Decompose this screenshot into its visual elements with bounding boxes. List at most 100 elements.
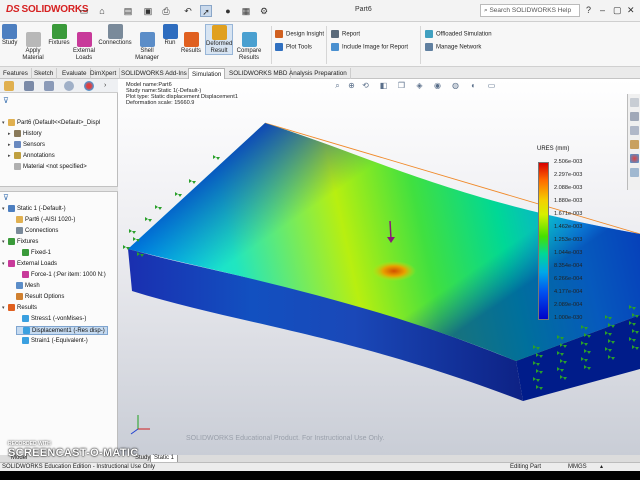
file-explorer-icon[interactable]	[630, 126, 639, 135]
graphics-viewport[interactable]: Model name:Part6 Study name:Static 1(-De…	[118, 79, 640, 455]
dimxpert-tab-icon[interactable]	[64, 81, 74, 91]
annotations-icon	[14, 152, 21, 159]
tree-item-annotations[interactable]: ▸ Annotations	[8, 152, 55, 161]
plot-tools-label: Plot Tools	[286, 44, 312, 51]
legend-value: 2.089e-004	[554, 302, 583, 308]
deformed-result-button[interactable]: Deformed Result	[205, 24, 233, 55]
tab-simulation[interactable]: Simulation	[188, 68, 226, 79]
sim-tree-item-mesh[interactable]: Mesh	[10, 282, 40, 291]
include-image-icon	[331, 43, 339, 51]
ribbon-toolbar: Study Apply Material Fixtures External Load…	[0, 22, 640, 67]
report-icon	[331, 30, 339, 38]
help-icon[interactable]: ?	[586, 5, 591, 15]
configuration-manager-tab-icon[interactable]	[44, 81, 54, 91]
offloaded-simulation-icon	[425, 30, 433, 38]
sim-tree-item-displacement1-res-disp[interactable]: Displacement1 (-Res disp-)	[16, 326, 108, 335]
educational-watermark: SOLIDWORKS Educational Product. For Inst…	[186, 435, 385, 442]
sim-tree-item-part6-aisi-1020[interactable]: Part6 (-AISI 1020-)	[10, 216, 75, 225]
minimize-icon[interactable]: –	[600, 5, 605, 15]
part-icon	[16, 216, 23, 223]
status-bar: SOLIDWORKS Education Edition - Instructi…	[0, 462, 640, 471]
apply-material-label: Apply Material	[22, 48, 44, 61]
rebuild-icon[interactable]: ●	[222, 5, 234, 17]
run-button[interactable]: Run	[163, 24, 178, 47]
file-properties-icon[interactable]: ▦	[240, 5, 252, 17]
display-manager-tab-icon[interactable]	[84, 81, 94, 91]
apply-material-button[interactable]: Apply Material	[21, 32, 45, 61]
shell-manager-button[interactable]: Shell Manager	[135, 32, 159, 61]
tab-sketch[interactable]: Sketch	[31, 68, 58, 79]
appearances-icon[interactable]	[630, 154, 639, 163]
legend-value: 2.297e-003	[554, 172, 583, 178]
sim-tree-item-external-loads[interactable]: ▾ External Loads	[2, 260, 57, 269]
manage-network-button[interactable]: Manage Network	[425, 43, 481, 51]
sim-tree-item-stress1-vonmises[interactable]: Stress1 (-vonMises-)	[16, 315, 86, 324]
close-icon[interactable]: ✕	[627, 5, 635, 16]
units-selector[interactable]: MMGS	[568, 463, 587, 471]
filter-icon[interactable]: ⊽	[3, 193, 9, 202]
solidworks-logo[interactable]: DS SOLIDWORKS	[6, 4, 89, 15]
tree-item-material-not-specified[interactable]: Material <not specified>	[8, 163, 87, 172]
offloaded-simulation-label: Offloaded Simulation	[436, 31, 492, 38]
results-button[interactable]: Results	[181, 32, 201, 55]
tab-dimxpert[interactable]: DimXpert	[87, 68, 121, 79]
panel-splitter[interactable]	[0, 186, 118, 192]
tab-solidworks-mbd[interactable]: SOLIDWORKS MBD	[226, 68, 292, 79]
include-image-for-report-button[interactable]: Include Image for Report	[331, 43, 408, 51]
tab-solidworks-add-ins[interactable]: SOLIDWORKS Add-Ins	[118, 68, 191, 79]
sim-tree-item-label: Results	[17, 305, 38, 312]
tree-item-sensors[interactable]: ▸ Sensors	[8, 141, 45, 150]
manage-network-label: Manage Network	[436, 44, 482, 51]
sim-tree-item-connections[interactable]: Connections	[10, 227, 58, 236]
undo-icon[interactable]: ↶	[182, 5, 194, 17]
sim-tree-item-result-options[interactable]: Result Options	[10, 293, 64, 302]
sim-tree-item-strain1-equivalent[interactable]: Strain1 (-Equivalent-)	[16, 337, 88, 346]
sim-tree-item-label: Force-1 (:Per item: 1000 N:)	[31, 272, 106, 279]
force-icon	[22, 271, 29, 278]
sim-tree-item-fixtures[interactable]: ▾ Fixtures	[2, 238, 38, 247]
model-tab-static-1[interactable]: Static 1	[150, 455, 179, 462]
expand-arrow-icon[interactable]: ›	[104, 81, 114, 91]
tree-item-part6-default-default-di[interactable]: ▾ Part6 (Default<<Default>_Displ	[2, 119, 100, 128]
feature-tree-tab-icon[interactable]	[4, 81, 14, 91]
design-library-icon[interactable]	[630, 112, 639, 121]
sim-tree-item-label: Mesh	[25, 283, 40, 290]
property-manager-tab-icon[interactable]	[24, 81, 34, 91]
status-expand-icon[interactable]: ▴	[600, 463, 603, 471]
sim-tree-item-label: External Loads	[17, 261, 58, 268]
home-icon[interactable]: ⌂	[96, 5, 108, 17]
study-button[interactable]: Study	[2, 24, 17, 47]
sim-tree-item-fixed-1[interactable]: Fixed-1	[16, 249, 51, 258]
sim-tree-item-force-1-per-item-1000-n[interactable]: Force-1 (:Per item: 1000 N:)	[16, 271, 106, 280]
tab-analysis-preparation[interactable]: Analysis Preparation	[286, 68, 351, 79]
print-icon[interactable]: ⎙	[160, 5, 172, 17]
restore-icon[interactable]: ▢	[613, 5, 622, 16]
plot-icon	[23, 327, 30, 334]
view-palette-icon[interactable]	[630, 140, 639, 149]
connections-button[interactable]: Connections	[98, 24, 132, 47]
open-folder-icon[interactable]: ▤	[122, 5, 134, 17]
report-button[interactable]: Report	[331, 30, 360, 38]
save-icon[interactable]: ▣	[142, 5, 154, 17]
sim-tree-item-results[interactable]: ▾ Results	[2, 304, 37, 313]
select-arrow-icon[interactable]: ➚	[200, 5, 212, 17]
design-insight-button[interactable]: Design Insight	[275, 30, 324, 38]
plot-tools-button[interactable]: Plot Tools	[275, 43, 312, 51]
compare-results-button[interactable]: Compare Results	[235, 32, 263, 61]
external-loads-button[interactable]: External Loads	[72, 32, 96, 61]
search-input[interactable]: ⌕ Search SOLIDWORKS Help	[480, 4, 580, 17]
offloaded-simulation-button[interactable]: Offloaded Simulation	[425, 30, 492, 38]
tab-evaluate[interactable]: Evaluate	[59, 68, 91, 79]
tab-features[interactable]: Features	[0, 68, 32, 79]
resources-icon[interactable]	[630, 98, 639, 107]
filter-icon[interactable]: ⊽	[3, 96, 9, 105]
fixture-arrow-icon	[189, 179, 196, 184]
sim-tree-item-label: Fixed-1	[31, 250, 52, 257]
new-document-icon[interactable]: ▭	[78, 5, 90, 17]
sim-tree-item-static-1-default[interactable]: ▾ Static 1 (-Default-)	[2, 205, 66, 214]
fixtures-button[interactable]: Fixtures	[47, 24, 71, 47]
sim-tree-item-label: Stress1 (-vonMises-)	[31, 316, 87, 323]
custom-properties-icon[interactable]	[630, 168, 639, 177]
tree-item-history[interactable]: ▸ History	[8, 130, 42, 139]
options-gear-icon[interactable]: ⚙	[258, 5, 270, 17]
